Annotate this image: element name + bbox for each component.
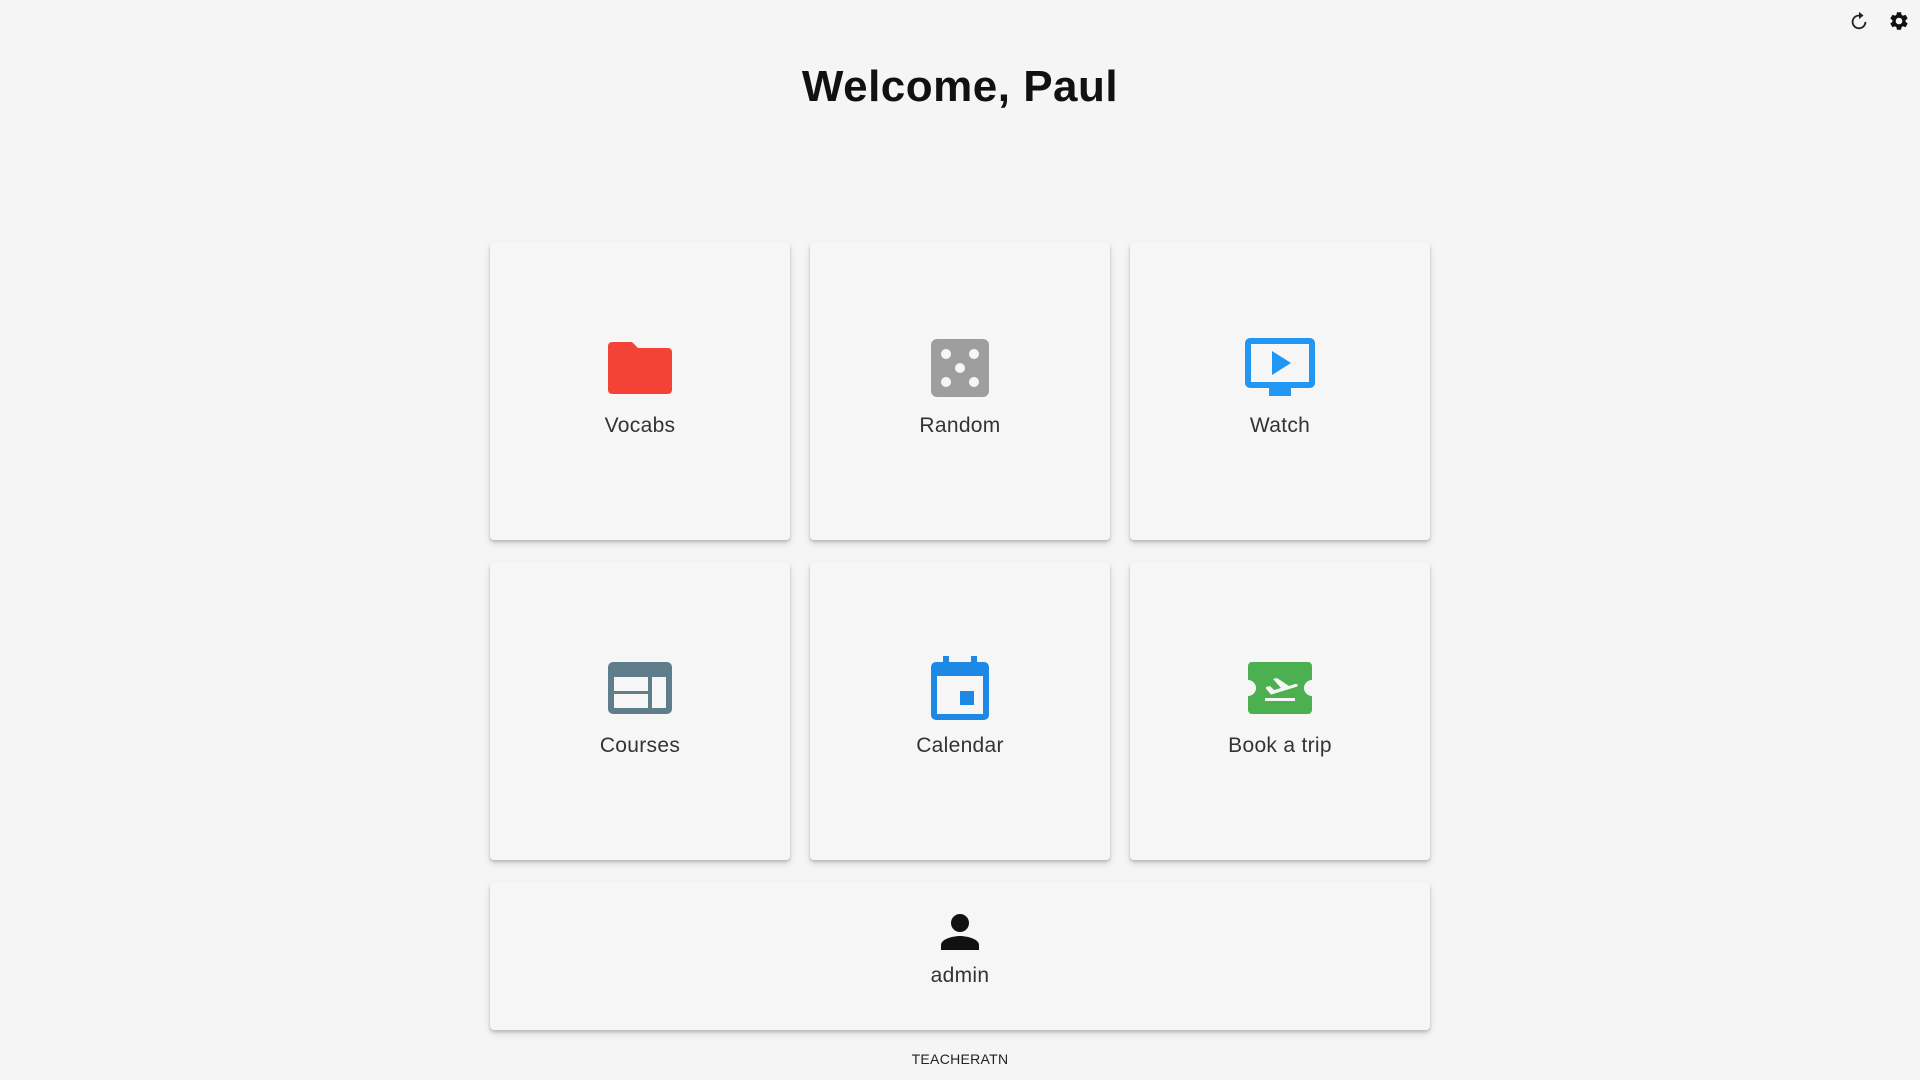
tile-label-calendar: Calendar bbox=[916, 734, 1004, 757]
airplane-ticket-icon bbox=[1244, 657, 1316, 719]
tile-label-vocabs: Vocabs bbox=[604, 414, 676, 437]
page-title: Welcome, Paul bbox=[801, 62, 1119, 111]
user-tile-admin[interactable]: admin bbox=[490, 882, 1430, 1030]
home-page: Welcome, Paul Vocabs Random Watch Course… bbox=[0, 0, 1920, 1080]
footer-brand: TEACHERATN bbox=[911, 1051, 1009, 1067]
tile-label-book-a-trip: Book a trip bbox=[1228, 734, 1332, 757]
tile-vocabs[interactable]: Vocabs bbox=[490, 242, 790, 540]
user-tile-label: admin bbox=[930, 964, 990, 987]
tile-book-a-trip[interactable]: Book a trip bbox=[1130, 562, 1430, 860]
person-icon bbox=[938, 910, 982, 954]
calendar-icon bbox=[924, 656, 996, 720]
tile-random[interactable]: Random bbox=[810, 242, 1110, 540]
dice-icon bbox=[924, 337, 996, 399]
play-screen-icon bbox=[1244, 337, 1316, 399]
tile-calendar[interactable]: Calendar bbox=[810, 562, 1110, 860]
gear-icon bbox=[1890, 12, 1908, 30]
tile-label-watch: Watch bbox=[1249, 414, 1311, 437]
web-layout-icon bbox=[604, 657, 676, 719]
refresh-button[interactable] bbox=[1846, 8, 1872, 34]
tile-watch[interactable]: Watch bbox=[1130, 242, 1430, 540]
tile-label-random: Random bbox=[919, 414, 1001, 437]
settings-button[interactable] bbox=[1886, 8, 1912, 34]
folder-icon bbox=[604, 337, 676, 399]
tile-label-courses: Courses bbox=[599, 734, 681, 757]
refresh-icon bbox=[1851, 11, 1867, 30]
tile-grid: Vocabs Random Watch Courses Calendar Boo… bbox=[490, 242, 1430, 860]
top-actions bbox=[1846, 8, 1912, 34]
tile-courses[interactable]: Courses bbox=[490, 562, 790, 860]
